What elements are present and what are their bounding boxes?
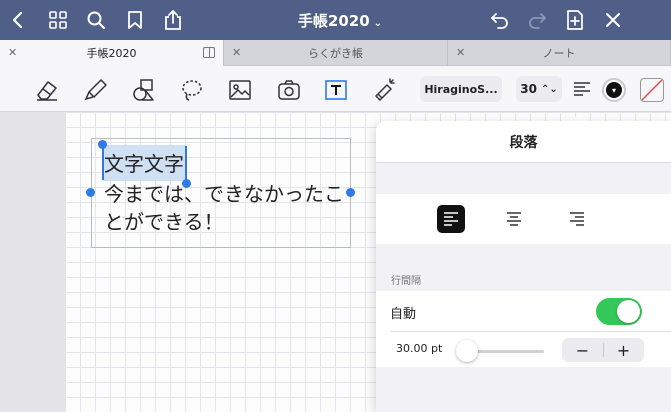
row-divider (390, 331, 671, 332)
toggle-knob (617, 300, 640, 323)
redo-icon[interactable] (525, 8, 549, 32)
text-icon[interactable] (322, 76, 350, 104)
font-size-button[interactable]: 30 ⌃⌄ (516, 76, 562, 102)
tab-close-icon[interactable]: ✕ (232, 46, 241, 59)
line-spacing-label: 行間隔 (391, 276, 421, 287)
bookmark-icon[interactable] (123, 8, 147, 32)
lasso-icon[interactable] (178, 76, 206, 104)
shapes-icon[interactable] (130, 76, 158, 104)
align-right-icon (570, 212, 584, 226)
tab-note[interactable]: ✕ ノート (448, 40, 671, 66)
align-center-button[interactable] (500, 205, 528, 233)
tab-bar: ✕ 手帳2020 ✕ らくがき帳 ✕ ノート (0, 40, 671, 66)
popover-title: 段落 (376, 121, 671, 163)
color-swatch-icon: ▾ (606, 82, 622, 98)
background-color-button[interactable] (640, 78, 664, 102)
slider-knob[interactable] (455, 340, 478, 362)
auto-label: 自動 (390, 307, 417, 322)
undo-icon[interactable] (488, 8, 512, 32)
highlighter-icon[interactable] (82, 76, 110, 104)
text-color-button[interactable]: ▾ (602, 78, 626, 102)
spacing-value: 30.00 pt (396, 342, 443, 355)
text-line: とができる！ (104, 210, 224, 234)
tab-rakugakicho[interactable]: ✕ らくがき帳 (224, 40, 448, 66)
no-fill-icon (641, 79, 663, 101)
auto-toggle[interactable] (596, 298, 642, 325)
document-title[interactable]: 手帳2020 ⌄ (260, 10, 420, 31)
tab-label: らくがき帳 (308, 47, 363, 60)
paragraph-popover: 段落 行間隔 自動 30.00 pt − + (376, 121, 671, 412)
paragraph-button[interactable] (571, 78, 593, 100)
eraser-icon[interactable] (33, 76, 61, 104)
image-icon[interactable] (226, 76, 254, 104)
textbox-left-handle[interactable] (86, 188, 95, 197)
text-line: 文字文字 (104, 152, 184, 176)
updown-chevron-icon: ⌃⌄ (540, 83, 558, 95)
increase-button[interactable]: + (603, 338, 644, 362)
search-icon[interactable] (84, 8, 108, 32)
line-spacing-settings: 自動 30.00 pt − + (376, 291, 671, 367)
selection-end-caret (185, 146, 187, 180)
tab-techo2020[interactable]: ✕ 手帳2020 (0, 40, 224, 66)
align-center-icon (507, 212, 521, 226)
font-name-text: HiraginoS... (424, 82, 498, 96)
share-icon[interactable] (161, 8, 185, 32)
back-icon[interactable] (6, 8, 30, 32)
laser-pointer-icon[interactable] (370, 76, 398, 104)
align-right-button[interactable] (563, 205, 591, 233)
align-left-button[interactable] (437, 205, 465, 233)
split-view-icon[interactable] (203, 47, 215, 58)
font-name-button[interactable]: HiraginoS... (420, 76, 502, 102)
align-left-icon (444, 212, 458, 226)
add-page-icon[interactable] (563, 8, 587, 32)
align-left-icon (574, 82, 590, 96)
document-title-text: 手帳2020 (297, 12, 370, 30)
tab-close-icon[interactable]: ✕ (456, 46, 465, 59)
camera-icon[interactable] (275, 76, 303, 104)
grid-icon[interactable] (46, 8, 70, 32)
decrease-button[interactable]: − (562, 338, 603, 362)
chevron-down-icon: ⌄ (373, 18, 383, 29)
tab-label: 手帳2020 (86, 47, 137, 60)
tab-label: ノート (542, 47, 576, 60)
top-bar: 手帳2020 ⌄ (0, 0, 671, 40)
text-line: 今までは、できなかったこ (104, 182, 344, 206)
spacing-stepper: − + (562, 338, 644, 362)
tab-close-icon[interactable]: ✕ (8, 46, 17, 59)
alignment-row (376, 194, 671, 244)
font-size-text: 30 (520, 82, 537, 96)
textbox-right-handle[interactable] (346, 188, 355, 197)
close-icon[interactable] (601, 8, 625, 32)
